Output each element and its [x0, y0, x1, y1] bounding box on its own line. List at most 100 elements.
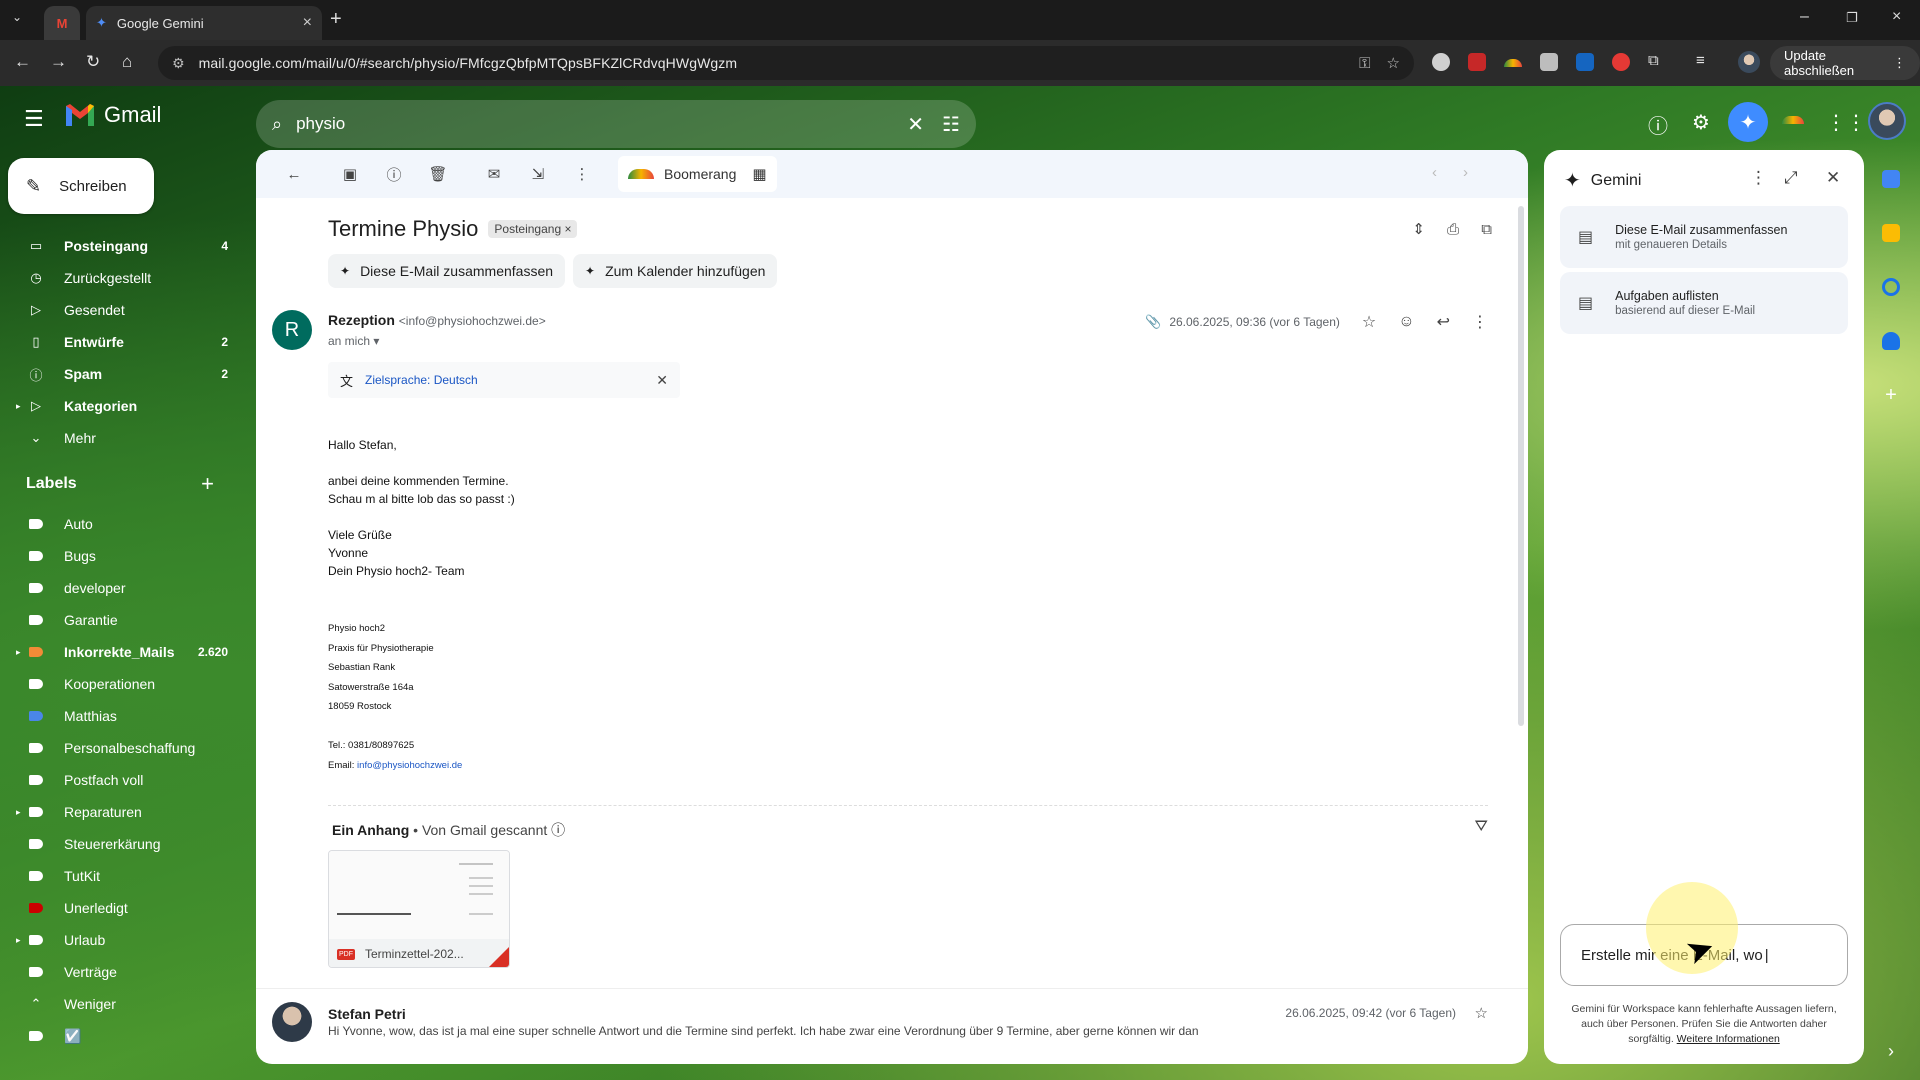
label-item-postfach-voll[interactable]: Postfach voll — [0, 764, 240, 796]
label-item-vertraege[interactable]: Verträge — [0, 956, 240, 988]
extension-boomerang-icon[interactable] — [1504, 59, 1522, 67]
gemini-summarize-card[interactable]: ▤ Diese E-Mail zusammenfassen mit genaue… — [1560, 206, 1848, 268]
label-item-tutkit[interactable]: TutKit — [0, 860, 240, 892]
address-bar[interactable]: ⚙ mail.google.com/mail/u/0/#search/physi… — [158, 46, 1414, 80]
second-sender-name[interactable]: Stefan Petri — [328, 1006, 406, 1022]
sender-name[interactable]: Rezeption — [328, 312, 395, 328]
media-control-icon[interactable]: ≡ — [1696, 52, 1705, 69]
window-close-icon[interactable]: × — [1892, 8, 1901, 26]
new-tab-icon[interactable]: + — [330, 8, 342, 31]
forward-icon[interactable]: → — [50, 52, 67, 72]
gemini-close-icon[interactable]: ✕ — [1826, 168, 1840, 188]
tab-google-gemini[interactable]: ✦ Google Gemini × — [86, 6, 322, 40]
browser-menu-icon[interactable]: ⋮ — [1893, 55, 1906, 71]
tab-close-icon[interactable]: × — [303, 14, 312, 32]
reload-icon[interactable]: ↻ — [86, 52, 100, 72]
sidebar-item-kategorien[interactable]: ▸ ▷ Kategorien — [0, 390, 240, 422]
extension-globe-icon[interactable] — [1432, 53, 1450, 71]
label-item-unerledigt[interactable]: Unerledigt — [0, 892, 240, 924]
info-icon[interactable]: ⓘ — [551, 822, 565, 838]
label-item-garantie[interactable]: Garantie — [0, 604, 240, 636]
add-to-drive-icon[interactable]: ⛛ — [1475, 818, 1488, 836]
update-button[interactable]: Update abschließen ⋮ — [1770, 46, 1920, 80]
minimize-icon[interactable]: – — [1800, 8, 1809, 26]
label-item-developer[interactable]: developer — [0, 572, 240, 604]
delete-icon[interactable]: 🗑 — [416, 165, 460, 183]
label-item-matthias[interactable]: Matthias — [0, 700, 240, 732]
sidebar-item-posteingang[interactable]: ▭ Posteingang 4 — [0, 230, 240, 262]
pager-arrows-icon[interactable]: ‹› — [1432, 164, 1494, 181]
search-input[interactable]: physio — [296, 114, 889, 134]
gemini-icon[interactable]: ✦ — [1728, 102, 1768, 142]
sidebar-item-entwuerfe[interactable]: ▯ Entwürfe 2 — [0, 326, 240, 358]
mark-unread-icon[interactable]: ✉ — [472, 165, 516, 183]
extension-blue-icon[interactable] — [1576, 53, 1594, 71]
extension-red-icon[interactable] — [1612, 53, 1630, 71]
label-item-reparaturen[interactable]: ▸ Reparaturen — [0, 796, 240, 828]
target-language-link[interactable]: Zielsprache: Deutsch — [365, 373, 656, 387]
profile-avatar-icon[interactable] — [1738, 51, 1760, 73]
back-icon[interactable]: ← — [14, 52, 31, 72]
sender-avatar[interactable]: R — [272, 310, 312, 350]
label-item-auto[interactable]: Auto — [0, 508, 240, 540]
settings-icon[interactable]: ⚙ — [1692, 110, 1710, 135]
more-actions-icon[interactable]: ⋮ — [560, 165, 604, 183]
label-item-personalbeschaffung[interactable]: Personalbeschaffung — [0, 732, 240, 764]
recipient-details[interactable]: an mich ▾ — [328, 334, 379, 348]
compose-button[interactable]: ✎ Schreiben — [8, 158, 154, 214]
tab-search-icon[interactable]: ⌄ — [12, 10, 22, 24]
label-item-bugs[interactable]: Bugs — [0, 540, 240, 572]
reply-icon[interactable]: ↩ — [1437, 312, 1450, 332]
tune-icon[interactable]: ⚙ — [172, 55, 185, 72]
tasks-app-icon[interactable] — [1882, 278, 1900, 296]
expand-caret-icon[interactable]: ▸ — [16, 401, 21, 412]
pinned-tab-gmail[interactable]: M — [44, 6, 80, 40]
boomerang-button[interactable]: Boomerang ▦ — [618, 156, 777, 192]
boomerang-header-icon[interactable] — [1782, 116, 1804, 124]
message-more-icon[interactable]: ⋮ — [1472, 312, 1488, 332]
more-info-link[interactable]: Weitere Informationen — [1677, 1033, 1780, 1045]
restore-icon[interactable]: ❐ — [1846, 10, 1858, 26]
sidebar-item-spam[interactable]: ⓘ Spam 2 — [0, 358, 240, 390]
label-item-steuererklaerung[interactable]: Steuererkärung — [0, 828, 240, 860]
clear-icon[interactable]: ✕ — [907, 112, 924, 137]
sidebar-item-gesendet[interactable]: ▷ Gesendet — [0, 294, 240, 326]
star-icon[interactable]: ☆ — [1475, 1004, 1488, 1022]
open-new-window-icon[interactable]: ⧉ — [1481, 221, 1492, 238]
account-avatar[interactable] — [1868, 102, 1906, 140]
extensions-puzzle-icon[interactable]: ⧉ — [1648, 52, 1659, 69]
label-item-weniger[interactable]: ⌃ Weniger — [0, 988, 240, 1020]
summarize-button[interactable]: ✦ Diese E-Mail zusammenfassen — [328, 254, 566, 288]
move-to-icon[interactable]: ⇲ — [516, 165, 560, 183]
expand-all-icon[interactable]: ⇕ — [1412, 221, 1425, 238]
gmail-logo[interactable]: Gmail — [64, 102, 161, 128]
apps-icon[interactable]: ⋮⋮ — [1826, 110, 1866, 135]
inbox-chip[interactable]: Posteingang × — [488, 220, 578, 238]
password-key-icon[interactable]: ⚿ — [1359, 55, 1370, 72]
keep-app-icon[interactable] — [1882, 224, 1900, 242]
sidebar-item-mehr[interactable]: ⌄ Mehr — [0, 422, 240, 454]
extension-camera-icon[interactable] — [1540, 53, 1558, 71]
expand-caret-icon[interactable]: ▸ — [16, 647, 21, 658]
translate-close-icon[interactable]: ✕ — [656, 372, 668, 389]
search-icon[interactable]: ⌕ — [272, 114, 282, 135]
calendar-icon[interactable]: ▦ — [752, 165, 766, 183]
gemini-tasks-card[interactable]: ▤ Aufgaben auflisten basierend auf diese… — [1560, 272, 1848, 334]
add-label-icon[interactable]: + — [201, 471, 214, 497]
back-to-list-icon[interactable]: ← — [272, 166, 316, 183]
attachment-card[interactable]: PDF Terminzettel-202... — [328, 850, 510, 968]
calendar-app-icon[interactable] — [1882, 170, 1900, 188]
bookmark-star-icon[interactable]: ☆ — [1387, 54, 1400, 72]
gemini-more-icon[interactable]: ⋮ — [1750, 168, 1767, 188]
print-icon[interactable]: ⎙ — [1447, 221, 1459, 238]
label-item-kooperationen[interactable]: Kooperationen — [0, 668, 240, 700]
sidebar-item-zurueckgestellt[interactable]: ◷ Zurückgestellt — [0, 262, 240, 294]
label-item-checkbox[interactable]: ☑️ — [0, 1020, 240, 1052]
search-bar[interactable]: ⌕ physio ✕ ☷ — [256, 100, 976, 148]
star-icon[interactable]: ☆ — [1362, 312, 1376, 332]
second-message-snippet[interactable]: Hi Yvonne, wow, das ist ja mal eine supe… — [328, 1024, 1199, 1038]
signature-email-link[interactable]: info@physiohochzwei.de — [357, 760, 462, 771]
sender-avatar-stefan[interactable] — [272, 1002, 312, 1042]
contacts-app-icon[interactable] — [1882, 332, 1900, 350]
add-addon-icon[interactable]: + — [1882, 385, 1900, 405]
